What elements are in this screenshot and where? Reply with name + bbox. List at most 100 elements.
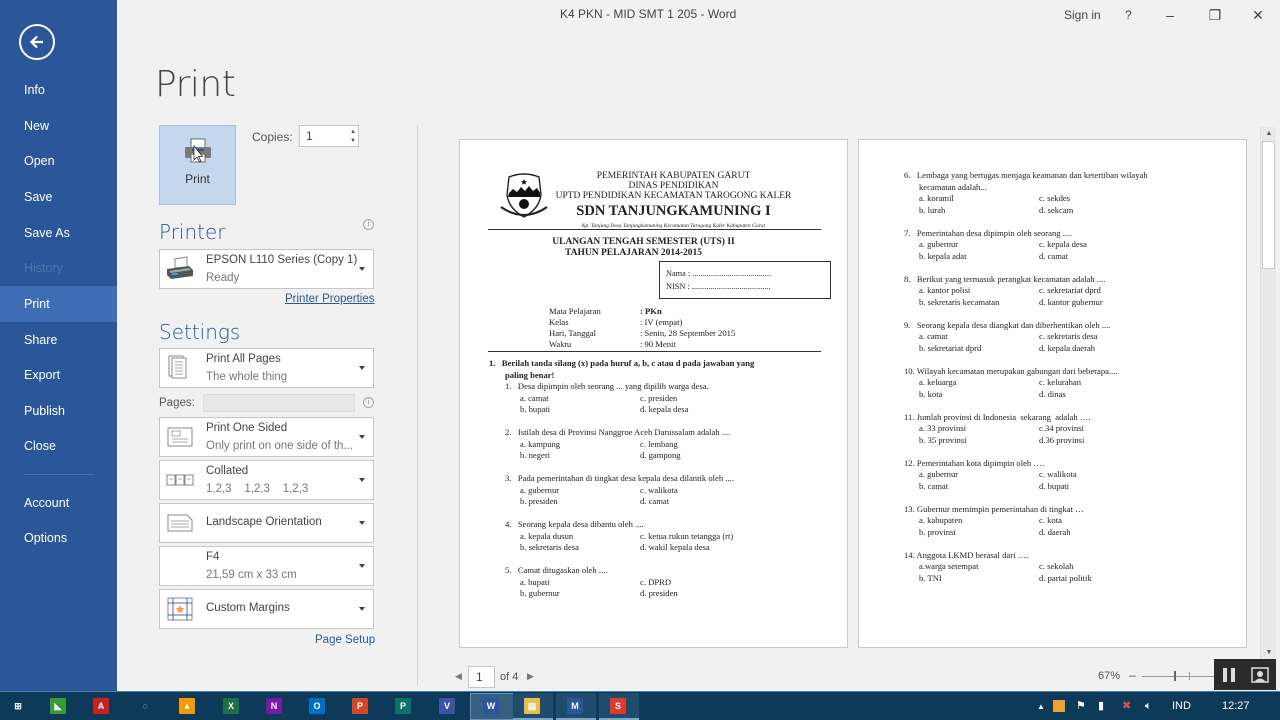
preview-scrollbar[interactable]: ▲ ▼ [1260, 127, 1276, 659]
sidebar-item-open[interactable]: Open [0, 143, 117, 179]
print-range-dropdown[interactable]: Print All Pages The whole thing [159, 348, 374, 388]
sidebar-item-publish[interactable]: Publish [0, 393, 117, 429]
answer-option-d: d. sekcam [1039, 204, 1074, 215]
flag-icon[interactable]: ⚑ [1076, 692, 1086, 720]
answer-option-c: c. sekdes [1039, 193, 1071, 203]
taskbar-powerpoint-icon[interactable]: P [349, 695, 371, 717]
close-button[interactable]: ✕ [1243, 0, 1273, 30]
answer-option-b: b. lurah [919, 204, 946, 215]
answer-option-c: c. DPRD [640, 576, 672, 587]
answer-option-a: a. kampung [520, 438, 561, 449]
taskbar-word-icon[interactable]: W [480, 695, 502, 717]
info-icon[interactable]: i [363, 219, 374, 230]
copies-decrement[interactable]: ▼ [350, 138, 356, 144]
taskbar-avast-icon[interactable]: ▲ [176, 695, 198, 717]
question-text: 6. Lembaga yang bertugas menjaga keamana… [904, 170, 1148, 180]
sidebar-item-new[interactable]: New [0, 108, 117, 144]
pages-input[interactable] [203, 394, 355, 412]
network-icon[interactable]: ✖ [1122, 692, 1131, 720]
clock[interactable]: 12:27 [1222, 692, 1250, 720]
sidebar-item-info[interactable]: Info [0, 72, 117, 108]
power-icon[interactable]: ▮ [1098, 692, 1104, 720]
scroll-up-button[interactable]: ▲ [1261, 127, 1277, 140]
webcam-icon[interactable] [1250, 666, 1269, 683]
answer-option-a: a. camat [919, 331, 948, 341]
tray-media-icon[interactable] [1053, 692, 1065, 720]
tray-overflow-icon[interactable]: ▲ [1037, 692, 1045, 720]
taskbar-acrobat-icon[interactable]: A [90, 695, 112, 717]
file-explorer-glyph: ▤ [524, 698, 540, 714]
next-page-button[interactable]: ▶ [527, 671, 534, 682]
back-button[interactable] [19, 24, 55, 60]
sidebar-item-options[interactable]: Options [0, 520, 117, 556]
sidebar-item-share[interactable]: Share [0, 322, 117, 358]
printer-properties-link[interactable]: Printer Properties [285, 293, 374, 305]
publisher-glyph: P [395, 698, 411, 714]
printer-dropdown[interactable]: EPSON L110 Series (Copy 1) Ready [159, 249, 374, 289]
sidebar-item-export[interactable]: Export [0, 357, 117, 393]
answer-option-c: c. sekretariat dprd [1039, 285, 1101, 295]
taskbar-publisher-icon[interactable]: P [392, 695, 414, 717]
header-rule [488, 229, 821, 230]
paper-size-dropdown[interactable]: F4 21,59 cm x 33 cm [159, 546, 374, 586]
sidebar-item-close[interactable]: Close [0, 428, 117, 464]
restore-button[interactable]: ❐ [1200, 0, 1230, 30]
zoom-slider-thumb[interactable] [1174, 671, 1176, 681]
answer-option-a: a. gubernur [919, 469, 959, 479]
zoom-slider[interactable] [1142, 676, 1222, 677]
sidebar-item-save[interactable]: Save [0, 179, 117, 215]
taskbar-onenote-icon[interactable]: N [263, 695, 285, 717]
answer-option-a: a. keluarga [919, 377, 957, 387]
copies-increment[interactable]: ▲ [350, 129, 356, 135]
help-button[interactable]: ? [1125, 0, 1132, 30]
taskbar-s-app-icon[interactable]: S [607, 695, 629, 717]
sidebar-item-print[interactable]: Print [0, 286, 117, 322]
question-text: 8. Berikut yang termasuk perangkat kecam… [904, 273, 1106, 284]
taskbar-chrome-like-icon[interactable]: ◌ [134, 695, 156, 717]
zoom-percent[interactable]: 67% [1098, 670, 1120, 682]
answer-option-a: a. koramil [919, 193, 954, 203]
sides-dropdown[interactable]: Print One Sided Only print on one side o… [159, 417, 374, 457]
answer-option-d: d. camat [640, 496, 670, 506]
answer-option-a: a. gubernur [919, 239, 959, 249]
taskbar-start-icon[interactable]: ⊞ [7, 695, 29, 717]
prev-page-button[interactable]: ◀ [455, 671, 462, 682]
taskbar-media-app-icon[interactable]: M [564, 695, 586, 717]
answer-option-b: b. sekretaris desa [520, 542, 579, 552]
pause-icon[interactable] [1222, 667, 1236, 683]
taskbar-file-explorer-icon[interactable]: ▤ [521, 695, 543, 717]
sign-in-link[interactable]: Sign in [1064, 0, 1101, 30]
question-text: 3. Pada pemerintahan di tingkat desa kep… [505, 473, 734, 483]
scroll-thumb[interactable] [1262, 141, 1275, 269]
copies-input[interactable]: 1 ▲ ▼ [299, 125, 359, 147]
answer-option-d: d. kantor gubernur [1039, 296, 1103, 307]
school-address: Kp. Tanjung Desa Tanjungkamuning Kecamat… [581, 223, 766, 229]
chevron-down-icon [359, 478, 365, 482]
print-button-label: Print [185, 172, 210, 186]
answer-option-b: b. camat [919, 480, 949, 491]
print-button[interactable]: Print [159, 125, 236, 205]
scroll-down-button[interactable]: ▼ [1261, 646, 1277, 659]
orientation-icon [167, 514, 193, 532]
page-title: Print [155, 64, 236, 105]
info-icon[interactable]: i [363, 397, 374, 408]
sidebar-item-account[interactable]: Account [0, 485, 117, 521]
collation-dropdown[interactable]: Collated 1,2,3 1,2,3 1,2,3 [159, 460, 374, 500]
taskbar-corel-icon[interactable]: ◣ [47, 695, 69, 717]
language-indicator[interactable]: IND [1172, 692, 1191, 720]
taskbar-outlook-icon[interactable]: O [306, 695, 328, 717]
minimize-button[interactable]: – [1155, 0, 1185, 30]
copies-label: Copies: [252, 130, 293, 144]
margins-dropdown[interactable]: Custom Margins [159, 589, 374, 629]
volume-icon[interactable]: 🔈︎ [1145, 692, 1152, 720]
taskbar-excel-icon[interactable]: X [220, 695, 242, 717]
page-number-input[interactable]: 1 [468, 666, 495, 688]
sidebar-item-save-as[interactable]: Save As [0, 215, 117, 251]
orientation-dropdown[interactable]: Landscape Orientation [159, 503, 374, 543]
zoom-out-button[interactable]: – [1129, 668, 1136, 682]
question-text: 9. Seorang kepala desa diangkat dan dibe… [904, 319, 1111, 330]
taskbar-visio-icon[interactable]: V [436, 695, 458, 717]
preview-page-2: 6. Lembaga yang bertugas menjaga keamana… [858, 139, 1247, 648]
page-setup-link[interactable]: Page Setup [315, 634, 375, 646]
answer-option-c: c. walikota [1039, 469, 1077, 479]
